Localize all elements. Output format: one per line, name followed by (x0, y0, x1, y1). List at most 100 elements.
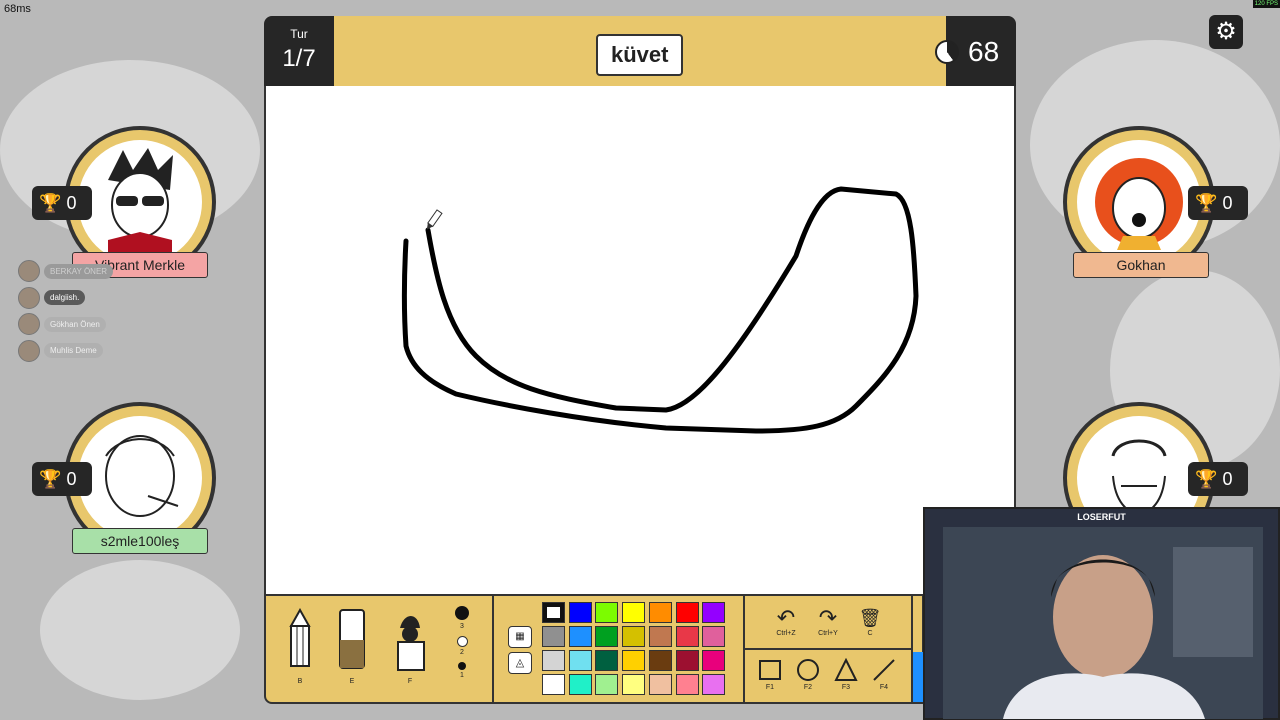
triangle-circle-icon: ◬ (515, 657, 525, 669)
clock-icon (935, 40, 959, 64)
line-tool[interactable]: F4 (864, 658, 904, 691)
circle-icon (797, 659, 819, 681)
sketch-avatar-icon (105, 435, 179, 517)
color-swatch[interactable] (702, 650, 726, 671)
eraser-tool[interactable]: E (332, 608, 372, 685)
chat-username: Muhlis Deme (44, 343, 103, 359)
color-swatch[interactable] (595, 626, 619, 647)
trophy-icon: 🏆 (1195, 193, 1218, 213)
rectangle-tool[interactable]: F1 (750, 658, 790, 691)
avatar (18, 339, 40, 362)
word-bar: küvet (334, 16, 946, 86)
lion-avatar-icon (1095, 158, 1183, 250)
palette-grid-button[interactable]: ▦ (508, 626, 532, 648)
color-swatch[interactable] (648, 650, 672, 671)
chat-list: BERKAY ÖNER dalgiish. Gökhan Önen Muhlis… (18, 258, 114, 365)
trophy-icon: 🏆 (39, 193, 62, 213)
round-value: 1/7 (282, 45, 316, 72)
color-swatch[interactable] (675, 626, 699, 647)
color-swatch[interactable] (542, 626, 565, 647)
timer: 68 (935, 16, 1016, 86)
chat-username: dalgiish. (44, 290, 86, 306)
chat-item: dalgiish. (18, 285, 113, 312)
undo-icon: ↶ (776, 605, 796, 630)
toolbar-divider (492, 596, 494, 702)
chat-username: Gökhan Önen (44, 316, 106, 332)
webcam-title: LOSERFUT (1077, 512, 1126, 522)
color-swatch[interactable] (702, 674, 726, 695)
redo-button[interactable]: ↷ Ctrl+Y (808, 605, 848, 638)
brush-size-selector[interactable]: 3 2 1 (452, 606, 472, 679)
color-swatch[interactable] (542, 650, 565, 671)
color-swatch[interactable] (675, 602, 699, 623)
drawing-toolbar: B E F 3 2 1 ▦ ◬ ↶ Ctrl+Z ↷ Ctrl+Y 🗑 C F1… (264, 594, 924, 704)
color-swatch[interactable] (702, 626, 726, 647)
background-splat (40, 560, 240, 700)
circle-tool[interactable]: F2 (788, 658, 828, 691)
color-swatch[interactable] (568, 650, 592, 671)
drawing-strokes (402, 186, 919, 434)
color-swatch[interactable] (622, 602, 646, 623)
color-swatch[interactable] (542, 602, 565, 623)
fps-readout: 120 FPS (1252, 0, 1280, 8)
triangle-tool[interactable]: F3 (826, 657, 866, 691)
player-card: 🏆 0 Gokhan (1031, 126, 1248, 286)
pencil-icon (289, 607, 311, 667)
trophy-icon: 🏆 (1195, 469, 1218, 489)
redo-icon: ↷ (818, 605, 838, 630)
color-swatch[interactable] (648, 602, 672, 623)
undo-button[interactable]: ↶ Ctrl+Z (766, 605, 806, 638)
eraser-icon (339, 609, 365, 669)
color-swatch[interactable] (622, 674, 646, 695)
round-indicator: Tur 1/7 (264, 16, 334, 86)
webcam-overlay: LOSERFUT (923, 507, 1280, 720)
avatar (18, 260, 40, 283)
trash-icon: 🗑 (858, 608, 882, 628)
pencil-tool[interactable]: B (280, 607, 320, 685)
chat-username: BERKAY ÖNER (44, 263, 114, 279)
fill-bucket-icon (397, 616, 425, 671)
chat-item: Muhlis Deme (18, 338, 113, 365)
streamer-image (943, 527, 1263, 719)
player-name: Gokhan (1073, 252, 1209, 278)
gear-icon: ⚙ (1215, 18, 1237, 45)
current-word: küvet (596, 34, 684, 76)
brush-size-small[interactable] (458, 662, 466, 670)
keyboard-icon: ▦ (515, 631, 525, 642)
color-swatch[interactable] (568, 674, 592, 695)
color-swatch[interactable] (595, 674, 619, 695)
trophy-icon: 🏆 (39, 469, 62, 489)
player-name: s2mle100leş (72, 528, 208, 554)
color-swatch[interactable] (648, 626, 672, 647)
score-badge: 🏆 0 (1188, 462, 1248, 496)
brush-size-large[interactable] (455, 606, 469, 620)
color-picker-button[interactable]: ◬ (508, 652, 532, 674)
color-swatch[interactable] (542, 674, 565, 695)
toolbar-divider (743, 648, 913, 650)
settings-button[interactable]: ⚙ (1209, 15, 1243, 49)
color-swatch[interactable] (622, 650, 646, 671)
avatar (18, 313, 40, 336)
color-swatch[interactable] (702, 602, 726, 623)
avatar (18, 286, 40, 309)
color-swatch[interactable] (675, 674, 699, 695)
color-swatch[interactable] (568, 626, 592, 647)
color-swatch[interactable] (568, 602, 592, 623)
color-swatch[interactable] (675, 650, 699, 671)
line-icon (873, 659, 895, 681)
rectangle-icon (759, 660, 781, 680)
chat-item: Gökhan Önen (18, 311, 113, 338)
drawing-canvas[interactable] (264, 86, 1016, 594)
color-swatch[interactable] (595, 602, 619, 623)
clear-button[interactable]: 🗑 C (850, 606, 890, 637)
fill-tool[interactable]: F (390, 608, 430, 685)
color-swatch[interactable] (595, 650, 619, 671)
ping-readout: 68ms (4, 3, 31, 15)
round-label: Tur (290, 27, 308, 41)
brush-size-medium[interactable] (456, 636, 468, 647)
color-swatch[interactable] (648, 674, 672, 695)
webcam-video (943, 527, 1263, 719)
color-swatch[interactable] (622, 626, 646, 647)
player-card: 🏆 0 s2mle100leş (32, 402, 216, 562)
score-badge: 🏆 0 (32, 462, 92, 496)
